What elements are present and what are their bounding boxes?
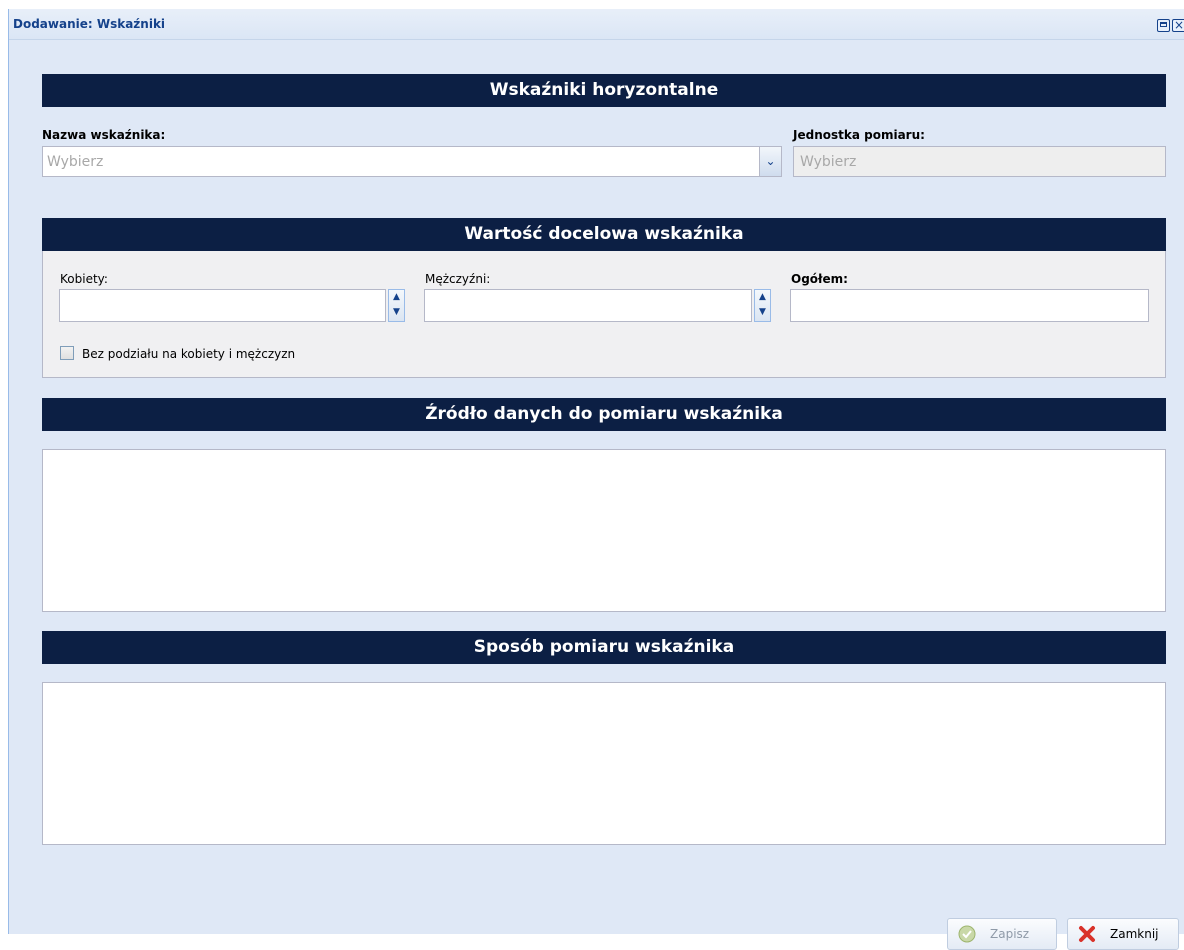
dialog-title: Dodawanie: Wskaźniki [13, 17, 166, 31]
dialog-window: Dodawanie: Wskaźniki × Wskaźniki horyzon… [8, 9, 1184, 950]
section-header-horizontal: Wskaźniki horyzontalne [42, 74, 1166, 107]
total-label: Ogółem: [791, 272, 848, 286]
indicator-name-combobox[interactable]: Wybierz ⌄ [42, 146, 782, 177]
no-split-checkbox[interactable] [60, 346, 74, 360]
red-x-icon [1079, 926, 1095, 942]
men-input[interactable] [424, 289, 752, 322]
save-button[interactable]: Zapisz [947, 918, 1057, 950]
arrow-up-icon[interactable]: ▲ [389, 290, 404, 305]
data-source-textarea[interactable] [42, 449, 1166, 612]
arrow-down-icon[interactable]: ▼ [389, 305, 404, 320]
maximize-icon[interactable] [1157, 19, 1170, 32]
women-label: Kobiety: [60, 272, 108, 286]
section-header-target-value: Wartość docelowa wskaźnika [42, 218, 1166, 251]
women-stepper[interactable]: ▲ ▼ [388, 289, 405, 322]
unit-field: Wybierz [793, 146, 1166, 177]
dialog-titlebar[interactable]: Dodawanie: Wskaźniki × [9, 9, 1184, 40]
total-input[interactable] [790, 289, 1149, 322]
close-button[interactable]: Zamknij [1067, 918, 1179, 950]
arrow-up-icon[interactable]: ▲ [755, 290, 770, 305]
close-button-label: Zamknij [1110, 927, 1159, 941]
section-header-data-source: Źródło danych do pomiaru wskaźnika [42, 398, 1166, 431]
men-label: Mężczyźni: [425, 272, 491, 286]
men-stepper[interactable]: ▲ ▼ [754, 289, 771, 322]
check-circle-icon [958, 925, 976, 943]
save-button-label: Zapisz [990, 927, 1030, 941]
close-icon[interactable]: × [1172, 19, 1184, 32]
arrow-down-icon[interactable]: ▼ [755, 305, 770, 320]
women-input[interactable] [59, 289, 386, 322]
section-header-measurement-method: Sposób pomiaru wskaźnika [42, 631, 1166, 664]
chevron-down-icon[interactable]: ⌄ [759, 147, 781, 176]
measurement-method-textarea[interactable] [42, 682, 1166, 845]
indicator-name-placeholder: Wybierz [47, 154, 104, 170]
indicator-name-label: Nazwa wskaźnika: [42, 128, 166, 142]
unit-label: Jednostka pomiaru: [793, 128, 925, 142]
no-split-label[interactable]: Bez podziału na kobiety i mężczyzn [82, 347, 295, 361]
unit-placeholder: Wybierz [800, 154, 857, 170]
